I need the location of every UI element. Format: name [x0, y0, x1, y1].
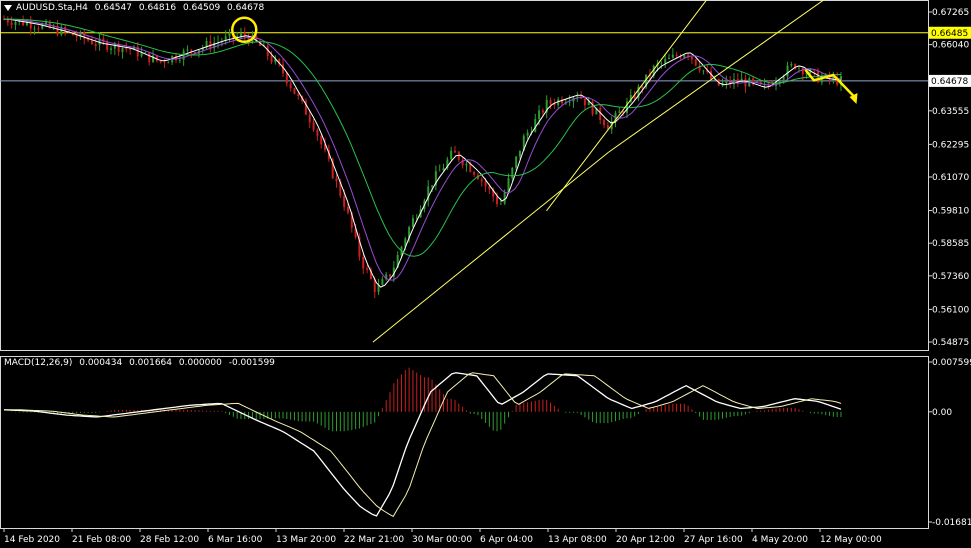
price-tick-label: 0.63555	[932, 107, 969, 117]
price-tick-label: 0.58585	[932, 239, 969, 249]
time-tick-label: 22 Mar 21:00	[344, 535, 404, 545]
time-tick-label: 12 May 00:00	[820, 535, 882, 545]
price-tick-label: 0.57360	[932, 272, 969, 282]
time-tick-label: 28 Feb 12:00	[140, 535, 199, 545]
time-tick-label: 6 Mar 16:00	[208, 535, 263, 545]
price-chart-svg[interactable]: 0.67265 0.66040 0.64678 0.63555 0.62295 0.610…	[0, 0, 971, 548]
macd-tick-label: 0.00	[932, 408, 952, 418]
level-price-label: 0.66485	[931, 29, 968, 39]
projection-arrow-path	[804, 68, 858, 100]
ma-green-line	[4, 18, 842, 257]
time-tick-label: 27 Apr 16:00	[684, 535, 743, 545]
macd-signal-line	[4, 372, 842, 518]
axes: 0.67265 0.66040 0.64678 0.63555 0.62295 0.610…	[3, 8, 971, 545]
price-tick-label: 0.59810	[932, 207, 969, 217]
macd-tick-label: -0.016813	[932, 518, 971, 528]
main-frame	[0, 0, 929, 351]
macd-line	[3, 372, 842, 517]
time-tick-label: 6 Apr 04:00	[480, 535, 533, 545]
price-tick-label: 0.62295	[932, 140, 969, 150]
price-tick-label: 0.56100	[932, 305, 969, 315]
bid-price-label: 0.64678	[931, 77, 968, 87]
macd-tick-label: 0.007599	[932, 358, 971, 368]
price-tick-label: 0.67265	[932, 8, 969, 18]
ma-white-line	[3, 18, 842, 288]
time-tick-label: 13 Apr 08:00	[548, 535, 607, 545]
price-tick-label: 0.66040	[932, 41, 969, 51]
time-tick-label: 30 Mar 00:00	[412, 535, 472, 545]
ma-purple-line	[4, 18, 842, 281]
chart-frames	[0, 0, 929, 529]
time-tick-label: 20 Apr 12:00	[616, 535, 675, 545]
trendline-support-1	[372, 151, 609, 343]
macd-plot[interactable]	[3, 367, 842, 518]
price-tick-label: 0.61070	[932, 173, 969, 183]
time-tick-label: 13 Mar 20:00	[276, 535, 336, 545]
price-tick-label: 0.54875	[932, 338, 969, 348]
time-tick-label: 21 Feb 08:00	[72, 535, 131, 545]
time-tick-label: 14 Feb 2020	[4, 535, 60, 545]
macd-frame	[0, 356, 929, 529]
time-tick-label: 4 May 20:00	[752, 535, 808, 545]
main-plot[interactable]	[0, 0, 928, 343]
